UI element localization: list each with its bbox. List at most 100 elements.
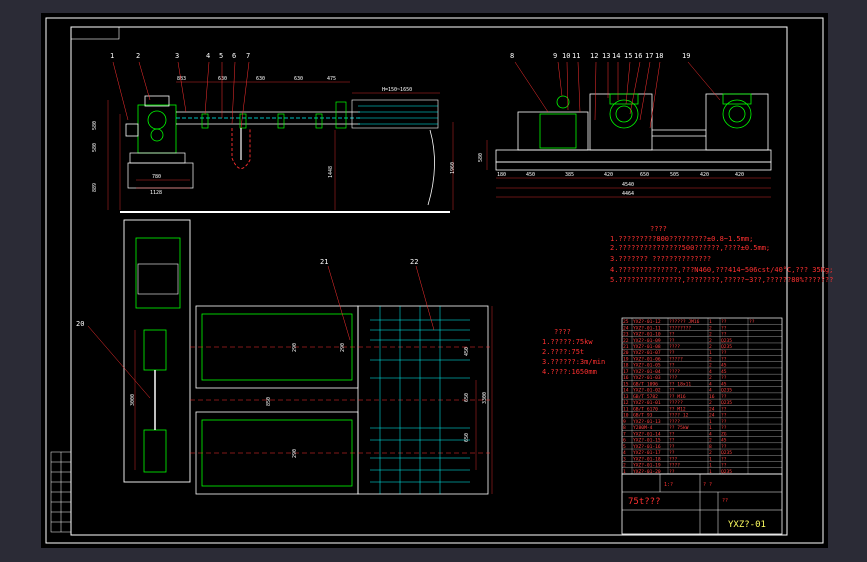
bom-cell: YXZ?-01-18 bbox=[633, 456, 661, 462]
bom-cell: 45 bbox=[721, 363, 727, 369]
side-dim-4: 420 bbox=[604, 172, 613, 178]
plan-dim-r2: 650 bbox=[464, 393, 470, 402]
bom-cell: ????? bbox=[669, 400, 683, 406]
bom-cell: ?? bbox=[669, 350, 675, 356]
bom-cell: YXZ?-01-12 bbox=[633, 319, 661, 325]
bom-cell: ?? bbox=[721, 419, 727, 425]
bom-cell: 2 bbox=[709, 344, 712, 350]
note-line-3: 3.??????? ?????????????? bbox=[610, 255, 711, 263]
bom-cell: 20 bbox=[623, 350, 629, 356]
plan-dim-r3: 650 bbox=[464, 433, 470, 442]
bom-cell: YXZ?-01-11 bbox=[633, 325, 661, 331]
bom-cell: ?? bbox=[721, 350, 727, 356]
leader-3: 3 bbox=[175, 52, 179, 60]
bom-cell: ?? bbox=[669, 444, 675, 450]
bom-cell: ?? bbox=[721, 425, 727, 431]
bom-cell: 15 bbox=[623, 381, 629, 387]
bom-cell: 16 bbox=[709, 394, 715, 400]
side-dim-1: 180 bbox=[497, 172, 506, 178]
side-dim-8: 420 bbox=[735, 172, 744, 178]
bom-cell: ?? bbox=[721, 456, 727, 462]
bom-cell: 4 bbox=[709, 431, 712, 437]
bom-cell: ?? bbox=[669, 438, 675, 444]
bom-cell: 5 bbox=[623, 444, 626, 450]
bom-cell: ???? bbox=[669, 369, 680, 375]
leader-21: 21 bbox=[320, 258, 328, 266]
bom-cell: YXZ?-01-17 bbox=[633, 450, 661, 456]
dim-top-5: 475 bbox=[327, 76, 336, 82]
bom-cell: Q235 bbox=[721, 400, 732, 406]
leader-15: 15 bbox=[624, 52, 632, 60]
bom-cell: 1 bbox=[709, 456, 712, 462]
bom-cell: YXZ?-01-04 bbox=[633, 369, 661, 375]
bom-cell: 18 bbox=[623, 363, 629, 369]
bom-cell: YXZ?-01-06 bbox=[633, 356, 661, 362]
bom-cell: 13 bbox=[623, 394, 629, 400]
side-dim-5: 650 bbox=[640, 172, 649, 178]
bom-cell: ???? bbox=[669, 419, 680, 425]
bom-cell: 1 bbox=[709, 425, 712, 431]
bom-cell: ?? bbox=[721, 413, 727, 419]
bom-cell: 2 bbox=[709, 356, 712, 362]
bom-cell: 45 bbox=[721, 381, 727, 387]
bom-cell: ?? bbox=[669, 431, 675, 437]
bom-cell: ?? bbox=[721, 406, 727, 412]
bom-cell: GB/T 6170 bbox=[633, 406, 658, 412]
param-line-3: 3.??????:3m/min bbox=[542, 358, 605, 366]
note-line-1: 1.?????????800?????????±0.8~1.5mm; bbox=[610, 235, 753, 243]
leader-17: 17 bbox=[645, 52, 653, 60]
params-heading: ???? bbox=[554, 328, 571, 336]
bom-cell: ?? bbox=[721, 356, 727, 362]
leader-8: 8 bbox=[510, 52, 514, 60]
bom-cell: 4 bbox=[709, 369, 712, 375]
bom-cell: 1 bbox=[709, 463, 712, 469]
bom-cell: 25 bbox=[623, 319, 629, 325]
bom-cell: 45 bbox=[721, 438, 727, 444]
plan-dim-m3: 850 bbox=[266, 397, 272, 406]
bom-cell: 24 bbox=[623, 325, 629, 331]
notes-heading: ???? bbox=[650, 225, 667, 233]
bom-cell: 2 bbox=[709, 338, 712, 344]
bom-cell: YXZ?-01-16 bbox=[633, 444, 661, 450]
bom-cell: YXZ?-01-14 bbox=[633, 431, 661, 437]
dim-height: 1448 bbox=[328, 166, 334, 178]
plan-dim-r1: 450 bbox=[464, 347, 470, 356]
title-drawing-no: YXZ?-01 bbox=[728, 520, 766, 530]
bom-cell: YXZ?-01-05 bbox=[633, 363, 661, 369]
plan-dim-left: 3000 bbox=[130, 394, 136, 406]
bom-cell: YXZ?-01-15 bbox=[633, 438, 661, 444]
bom-cell: ?? bbox=[669, 332, 675, 338]
leader-4: 4 bbox=[206, 52, 210, 60]
bom-cell: ?? bbox=[721, 332, 727, 338]
cad-canvas[interactable]: 883 630 630 630 475 H=150~1650 580 580 8… bbox=[0, 0, 867, 562]
leader-19: 19 bbox=[682, 52, 690, 60]
dim-left-1: 580 bbox=[92, 121, 98, 130]
param-line-2: 2.????:75t bbox=[542, 348, 584, 356]
bom-cell: 1 bbox=[709, 319, 712, 325]
bom-cell: YXZ?-01-03 bbox=[633, 375, 661, 381]
bom-cell: 4 bbox=[709, 381, 712, 387]
plan-dim-m4: 290 bbox=[340, 343, 346, 352]
bom-cell: YXZ?-01-09 bbox=[633, 338, 661, 344]
bom-cell: 4 bbox=[709, 388, 712, 394]
bom-cell: ?? 75kW bbox=[669, 425, 689, 431]
bom-cell: ?? bbox=[669, 363, 675, 369]
dim-top-3: 630 bbox=[256, 76, 265, 82]
bom-cell: ?? bbox=[721, 319, 727, 325]
bom-cell: 16 bbox=[623, 375, 629, 381]
bom-cell: 2 bbox=[709, 363, 712, 369]
bom-cell: ??? bbox=[669, 375, 678, 381]
bom-cell: ?? M12 bbox=[669, 406, 686, 412]
bom-cell: ?? bbox=[749, 319, 755, 325]
dim-right: 1960 bbox=[450, 162, 456, 174]
bom-cell: ???????? bbox=[669, 325, 691, 331]
param-line-1: 1.?????:75kw bbox=[542, 338, 593, 346]
bom-cell: 2 bbox=[709, 332, 712, 338]
bom-cell: ?? bbox=[669, 388, 675, 394]
bom-cell: 24 bbox=[709, 406, 715, 412]
leader-20: 20 bbox=[76, 320, 84, 328]
side-dim-3: 385 bbox=[565, 172, 574, 178]
bom-cell: ??? bbox=[669, 456, 678, 462]
bom-cell: ?? 18x11 bbox=[669, 381, 691, 387]
leader-10: 10 bbox=[562, 52, 570, 60]
